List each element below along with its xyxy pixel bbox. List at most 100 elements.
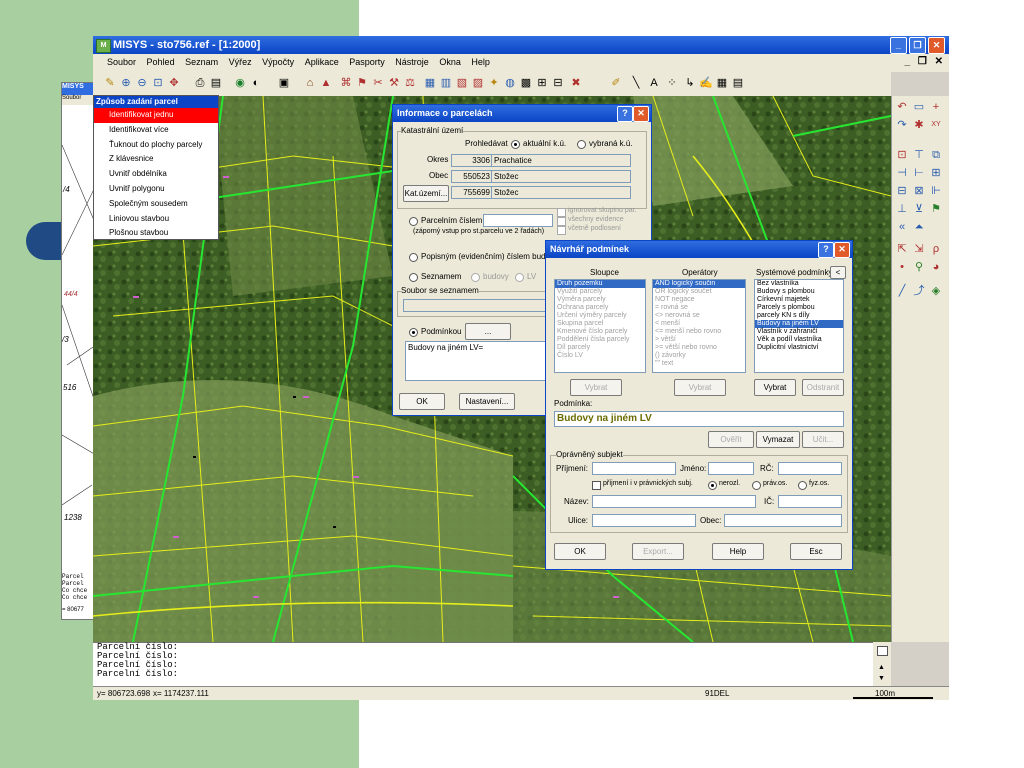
ref-icon[interactable]: ▭: [912, 100, 926, 114]
radio-natural-person[interactable]: [798, 481, 807, 490]
export-button[interactable]: Export...: [632, 543, 684, 560]
zoom-out-icon[interactable]: ⊖: [135, 76, 149, 90]
report-icon[interactable]: ▥: [439, 76, 453, 90]
list-icon[interactable]: ▨: [471, 76, 485, 90]
radio-parcel-number[interactable]: [409, 217, 418, 226]
move-up-icon[interactable]: ⊤: [912, 148, 926, 162]
menu-nastroje[interactable]: Nástroje: [395, 57, 429, 67]
list-item[interactable]: Číslo LV: [555, 352, 645, 360]
menu-seznam[interactable]: Seznam: [185, 57, 218, 67]
menu-item-identify-many[interactable]: Identifikovat více: [94, 123, 218, 138]
flag-icon[interactable]: ⚑: [929, 202, 943, 216]
radio-current-area[interactable]: [511, 140, 520, 149]
list-item[interactable]: "" text: [653, 360, 745, 368]
mirror-icon[interactable]: ⊞: [929, 166, 943, 180]
menu-item-area-building[interactable]: Plošnou stavbou: [94, 226, 218, 241]
chart-icon[interactable]: ▧: [455, 76, 469, 90]
list-item[interactable]: Vlastník v zahraničí: [755, 328, 843, 336]
menu-item-in-polygon[interactable]: Uvnitř polygonu: [94, 182, 218, 197]
copy-icon[interactable]: ⧉: [929, 148, 943, 162]
remove-button[interactable]: Odstranit: [802, 379, 844, 396]
surname-input[interactable]: [592, 462, 676, 475]
list-item[interactable]: Kmenové číslo parcely: [555, 328, 645, 336]
redo-icon[interactable]: ↷: [895, 118, 909, 132]
text-tool-icon[interactable]: A: [647, 76, 661, 90]
list-item[interactable]: = rovná se: [653, 304, 745, 312]
list-item[interactable]: <> nerovná se: [653, 312, 745, 320]
list-item[interactable]: Díl parcely: [555, 344, 645, 352]
radio-legal-person[interactable]: [752, 481, 761, 490]
ok-button[interactable]: OK: [399, 393, 445, 410]
list-item[interactable]: Ochrana parcely: [555, 304, 645, 312]
town-input[interactable]: [724, 514, 842, 527]
print-icon[interactable]: ⎙: [193, 76, 207, 90]
menu-soubor[interactable]: Soubor: [107, 57, 136, 67]
line-icon[interactable]: ╱: [895, 284, 909, 298]
point-icon[interactable]: •: [895, 260, 909, 274]
layers-icon[interactable]: ◐: [249, 76, 263, 90]
list-item[interactable]: Věk a podíl vlastníka: [755, 336, 843, 344]
help-icon[interactable]: ?: [818, 242, 834, 258]
list-item[interactable]: >= větší nebo rovno: [653, 344, 745, 352]
settings-button[interactable]: Nastavení...: [459, 393, 515, 410]
pick-icon[interactable]: ⇱: [895, 242, 909, 256]
settings-icon[interactable]: ▤: [731, 76, 745, 90]
menu-item-line-building[interactable]: Liniovou stavbou: [94, 212, 218, 227]
list-item[interactable]: > větší: [653, 336, 745, 344]
close-icon[interactable]: ✕: [834, 242, 850, 258]
palette-icon[interactable]: ◕: [929, 260, 943, 274]
birthnum-input[interactable]: [778, 462, 842, 475]
minimize-button[interactable]: _: [890, 37, 907, 54]
list-item[interactable]: Parcely s plombou: [755, 304, 843, 312]
undo-icon[interactable]: ↶: [895, 100, 909, 114]
ignore-group-checkbox[interactable]: [557, 208, 566, 217]
radio-selected-area[interactable]: [577, 140, 586, 149]
parcel-info-icon[interactable]: ⌘: [339, 76, 353, 90]
list-item[interactable]: <= menší nebo rovno: [653, 328, 745, 336]
preview-icon[interactable]: ▤: [209, 76, 223, 90]
clear-button[interactable]: Vymazat: [756, 431, 800, 448]
learn-button[interactable]: Učit...: [802, 431, 844, 448]
restore-button[interactable]: ❐: [909, 37, 926, 54]
close-icon[interactable]: ✕: [633, 106, 649, 122]
list-item[interactable]: Církevní majetek: [755, 296, 843, 304]
move-left-icon[interactable]: ⊣: [895, 166, 909, 180]
globe-icon[interactable]: ◉: [233, 76, 247, 90]
cadastral-area-button[interactable]: Kat.území...: [403, 185, 449, 202]
radio-list[interactable]: [409, 273, 418, 282]
pencil-icon[interactable]: ✎: [103, 76, 117, 90]
open-icon[interactable]: ✐: [609, 76, 623, 90]
menu-item-tap-area[interactable]: Ťuknout do plochy parcely: [94, 138, 218, 153]
list-item[interactable]: AND logický součin: [653, 280, 745, 288]
surname-legal-checkbox[interactable]: [592, 481, 601, 490]
esc-button[interactable]: Esc: [790, 543, 842, 560]
condition-field[interactable]: Budovy na jiném LV: [554, 411, 844, 427]
list-item[interactable]: NOT negace: [653, 296, 745, 304]
condition-designer-button[interactable]: ...: [465, 323, 511, 340]
menu-item-in-rectangle[interactable]: Uvnitř obdélníka: [94, 167, 218, 182]
parcel-number-input[interactable]: [483, 214, 553, 227]
fill-icon[interactable]: ◈: [929, 284, 943, 298]
menu-aplikace[interactable]: Aplikace: [305, 57, 339, 67]
radio-condition[interactable]: [409, 328, 418, 337]
select-operator-button[interactable]: Vybrat: [674, 379, 726, 396]
system-conditions-list[interactable]: Bez vlastníka Budovy s plombou Církevní …: [754, 279, 844, 373]
name-input[interactable]: [592, 495, 756, 508]
command-console[interactable]: Parcelní číslo: Parcelní číslo: Parcelní…: [93, 642, 891, 687]
menu-item-identify-one[interactable]: Identifikovat jednu: [94, 108, 218, 123]
close-button[interactable]: ✕: [928, 37, 945, 54]
list-item[interactable]: Poddělení čísla parcely: [555, 336, 645, 344]
menu-vyrez[interactable]: Výřez: [229, 57, 252, 67]
menu-pasporty[interactable]: Pasporty: [349, 57, 385, 67]
verify-button[interactable]: Ověřit: [708, 431, 754, 448]
company-id-input[interactable]: [778, 495, 842, 508]
list-item[interactable]: parcely KN s díly: [755, 312, 843, 320]
lasso-icon[interactable]: ρ: [929, 242, 943, 256]
radio-building-number[interactable]: [409, 253, 418, 262]
arrow-tool-icon[interactable]: ↳: [683, 76, 697, 90]
grid-icon[interactable]: ▦: [715, 76, 729, 90]
list-item[interactable]: < menší: [653, 320, 745, 328]
doc-icon[interactable]: ▩: [519, 76, 533, 90]
database-icon[interactable]: ◍: [503, 76, 517, 90]
list-item[interactable]: () závorky: [653, 352, 745, 360]
